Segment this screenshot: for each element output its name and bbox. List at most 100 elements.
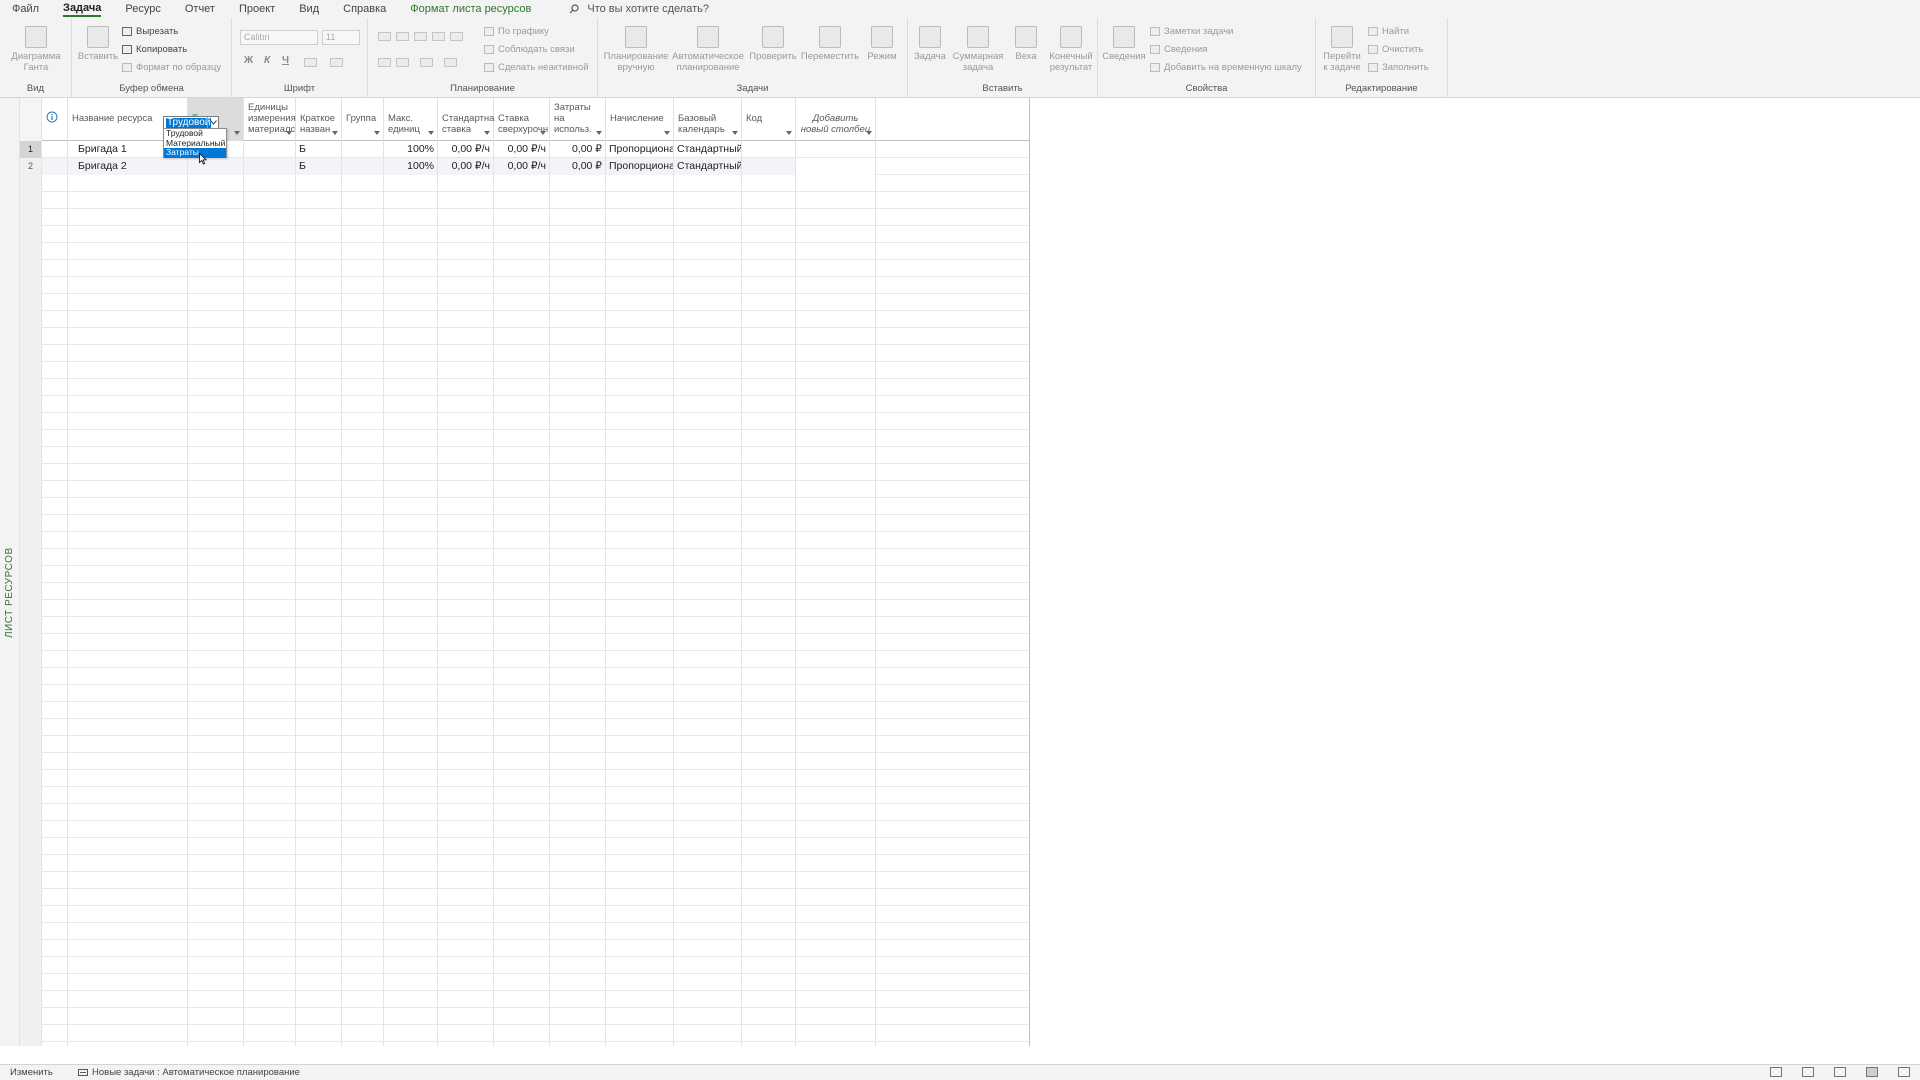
cell-cost-per-use[interactable]: 0,00 ₽ <box>550 158 606 175</box>
row-id[interactable] <box>20 447 42 464</box>
empty-cell[interactable] <box>438 838 494 855</box>
empty-cell[interactable] <box>606 396 674 413</box>
empty-cell[interactable] <box>342 668 384 685</box>
empty-cell[interactable] <box>550 549 606 566</box>
empty-cell[interactable] <box>606 464 674 481</box>
empty-cell[interactable] <box>42 549 68 566</box>
empty-cell[interactable] <box>550 226 606 243</box>
empty-row[interactable] <box>20 328 1029 345</box>
empty-cell[interactable] <box>494 549 550 566</box>
empty-cell[interactable] <box>296 192 342 209</box>
empty-cell[interactable] <box>550 379 606 396</box>
cell-group[interactable] <box>342 158 384 175</box>
row-id[interactable] <box>20 583 42 600</box>
empty-row[interactable] <box>20 379 1029 396</box>
empty-cell[interactable] <box>606 889 674 906</box>
empty-cell[interactable] <box>188 685 244 702</box>
empty-cell[interactable] <box>494 175 550 192</box>
empty-cell[interactable] <box>188 991 244 1008</box>
empty-cell[interactable] <box>42 974 68 991</box>
empty-cell[interactable] <box>384 838 438 855</box>
empty-cell[interactable] <box>550 804 606 821</box>
empty-cell[interactable] <box>606 328 674 345</box>
empty-cell[interactable] <box>42 532 68 549</box>
clear-button[interactable]: Очистить <box>1368 44 1423 55</box>
respect-links-button[interactable]: Соблюдать связи <box>484 44 575 55</box>
empty-cell[interactable] <box>296 702 342 719</box>
empty-cell[interactable] <box>674 719 742 736</box>
empty-cell[interactable] <box>244 192 296 209</box>
row-id[interactable] <box>20 617 42 634</box>
empty-cell[interactable] <box>244 243 296 260</box>
empty-cell[interactable] <box>606 192 674 209</box>
row-id[interactable] <box>20 481 42 498</box>
empty-cell[interactable] <box>342 1008 384 1025</box>
empty-cell[interactable] <box>674 362 742 379</box>
empty-cell[interactable] <box>188 311 244 328</box>
empty-cell[interactable] <box>494 1042 550 1046</box>
empty-cell[interactable] <box>606 719 674 736</box>
empty-cell[interactable] <box>188 294 244 311</box>
empty-cell[interactable] <box>742 957 796 974</box>
empty-cell[interactable] <box>796 328 876 345</box>
empty-cell[interactable] <box>438 634 494 651</box>
empty-cell[interactable] <box>188 974 244 991</box>
empty-row[interactable] <box>20 532 1029 549</box>
empty-cell[interactable] <box>188 923 244 940</box>
empty-cell[interactable] <box>674 1025 742 1042</box>
empty-cell[interactable] <box>42 957 68 974</box>
empty-cell[interactable] <box>674 243 742 260</box>
empty-cell[interactable] <box>796 1042 876 1046</box>
empty-cell[interactable] <box>296 668 342 685</box>
row-id[interactable] <box>20 957 42 974</box>
empty-cell[interactable] <box>494 447 550 464</box>
row-id[interactable] <box>20 209 42 226</box>
empty-cell[interactable] <box>606 294 674 311</box>
empty-cell[interactable] <box>384 787 438 804</box>
empty-cell[interactable] <box>342 855 384 872</box>
empty-cell[interactable] <box>438 889 494 906</box>
empty-cell[interactable] <box>494 668 550 685</box>
empty-cell[interactable] <box>674 583 742 600</box>
row-id[interactable] <box>20 294 42 311</box>
empty-cell[interactable] <box>296 634 342 651</box>
empty-cell[interactable] <box>742 260 796 277</box>
empty-cell[interactable] <box>742 974 796 991</box>
empty-cell[interactable] <box>494 753 550 770</box>
empty-cell[interactable] <box>296 209 342 226</box>
empty-cell[interactable] <box>342 957 384 974</box>
empty-cell[interactable] <box>742 940 796 957</box>
empty-cell[interactable] <box>244 209 296 226</box>
empty-cell[interactable] <box>342 226 384 243</box>
empty-cell[interactable] <box>68 566 188 583</box>
empty-cell[interactable] <box>796 226 876 243</box>
empty-cell[interactable] <box>296 226 342 243</box>
empty-cell[interactable] <box>68 277 188 294</box>
empty-cell[interactable] <box>42 1008 68 1025</box>
empty-cell[interactable] <box>244 1042 296 1046</box>
empty-cell[interactable] <box>438 600 494 617</box>
empty-cell[interactable] <box>68 583 188 600</box>
row-id[interactable] <box>20 464 42 481</box>
progress-50-icon[interactable] <box>414 32 427 41</box>
empty-cell[interactable] <box>550 566 606 583</box>
empty-cell[interactable] <box>342 889 384 906</box>
empty-cell[interactable] <box>606 515 674 532</box>
empty-cell[interactable] <box>188 872 244 889</box>
empty-cell[interactable] <box>606 838 674 855</box>
empty-cell[interactable] <box>68 362 188 379</box>
empty-cell[interactable] <box>674 991 742 1008</box>
empty-cell[interactable] <box>796 464 876 481</box>
empty-cell[interactable] <box>42 277 68 294</box>
empty-cell[interactable] <box>342 719 384 736</box>
empty-cell[interactable] <box>42 855 68 872</box>
empty-cell[interactable] <box>296 940 342 957</box>
empty-cell[interactable] <box>742 1042 796 1046</box>
empty-cell[interactable] <box>550 940 606 957</box>
empty-cell[interactable] <box>742 736 796 753</box>
empty-cell[interactable] <box>342 906 384 923</box>
empty-cell[interactable] <box>68 1042 188 1046</box>
empty-cell[interactable] <box>342 549 384 566</box>
empty-cell[interactable] <box>296 1042 342 1046</box>
empty-cell[interactable] <box>384 1025 438 1042</box>
